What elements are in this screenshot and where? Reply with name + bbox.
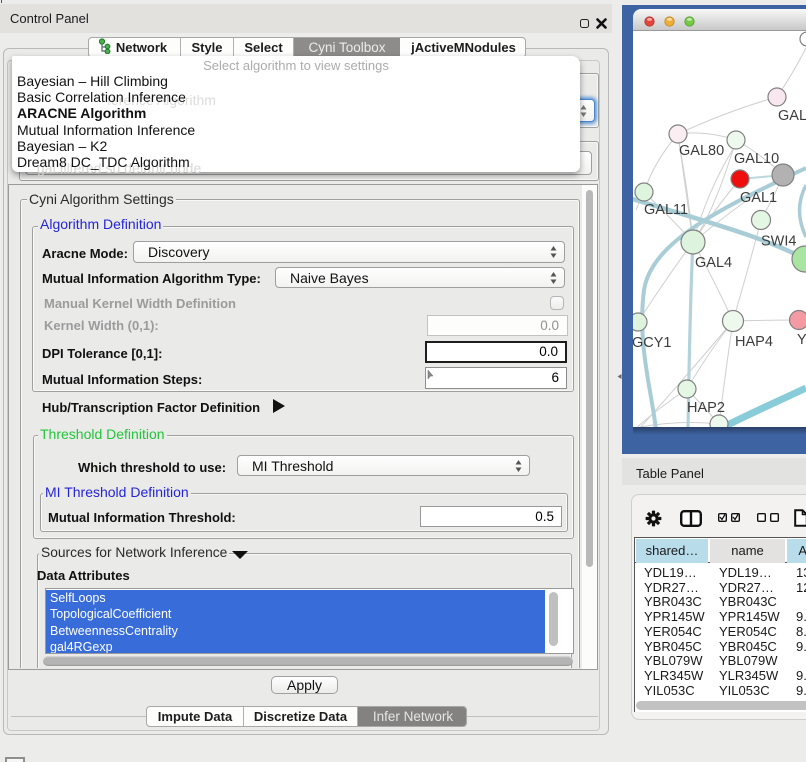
svg-text:GAL4: GAL4 (695, 255, 732, 271)
svg-text:Y: Y (797, 332, 806, 348)
svg-text:HAP2: HAP2 (687, 400, 725, 416)
svg-text:GAL11: GAL11 (644, 202, 688, 218)
svg-text:GAL1: GAL1 (740, 190, 777, 206)
svg-text:GAL80: GAL80 (679, 143, 724, 159)
svg-text:GCY1: GCY1 (633, 335, 672, 351)
svg-text:HAP4: HAP4 (735, 334, 773, 350)
svg-text:SWI4: SWI4 (761, 234, 796, 250)
svg-text:GAL10: GAL10 (734, 151, 779, 167)
svg-text:GAL7: GAL7 (778, 108, 806, 124)
